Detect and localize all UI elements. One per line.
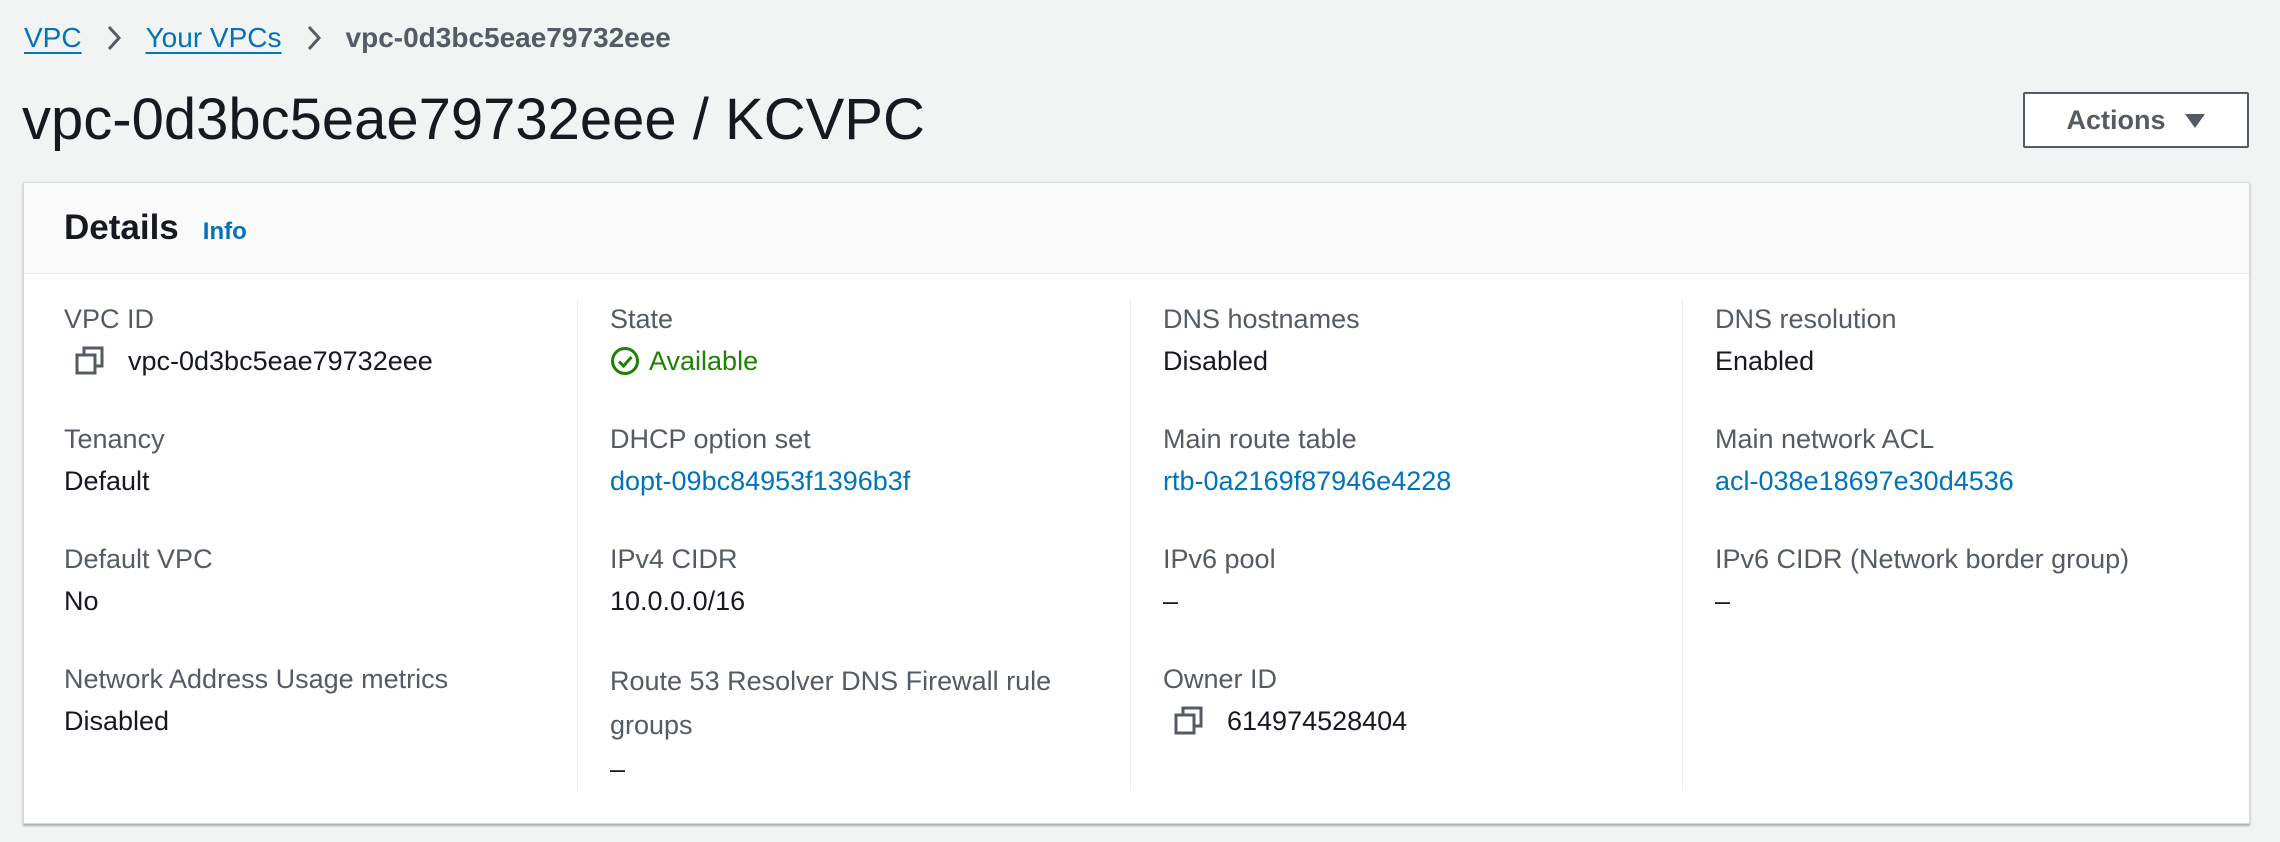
breadcrumb-current: vpc-0d3bc5eae79732eee [345, 22, 671, 53]
dns-hostnames-label: DNS hostnames [1163, 304, 1360, 334]
nau-metrics-field: Network Address Usage metrics Disabled [64, 659, 577, 779]
details-column-2: State Available DHCP option set dopt-09b… [577, 299, 1130, 791]
chevron-right-icon [282, 18, 346, 58]
details-column-1: VPC ID vpc-0d3bc5eae79732eee Tenancy Def… [24, 299, 577, 791]
route53-label: Route 53 Resolver DNS Firewall rule grou… [610, 666, 1052, 740]
vpc-id-label: VPC ID [64, 304, 155, 334]
owner-id-value: 614974528404 [1227, 706, 1408, 736]
breadcrumb: VPC Your VPCs vpc-0d3bc5eae79732eee [24, 18, 671, 58]
vpc-id-value-row: vpc-0d3bc5eae79732eee [64, 339, 577, 383]
ipv6-pool-label: IPv6 pool [1163, 544, 1276, 574]
copy-icon[interactable] [1173, 705, 1205, 737]
details-header: Details Info [24, 183, 2249, 274]
check-circle-icon [610, 346, 640, 376]
nau-metrics-value: Disabled [64, 706, 170, 736]
copy-icon[interactable] [74, 345, 106, 377]
dns-resolution-field: DNS resolution Enabled [1715, 299, 2234, 419]
ipv6-cidr-label: IPv6 CIDR (Network border group) [1715, 544, 2130, 574]
owner-id-value-row: 614974528404 [1163, 699, 1682, 743]
ipv4-cidr-value: 10.0.0.0/16 [610, 586, 746, 616]
tenancy-field: Tenancy Default [64, 419, 577, 539]
default-vpc-field: Default VPC No [64, 539, 577, 659]
details-column-4: DNS resolution Enabled Main network ACL … [1682, 299, 2234, 791]
actions-button[interactable]: Actions [2023, 92, 2249, 148]
default-vpc-value: No [64, 586, 99, 616]
owner-id-label: Owner ID [1163, 664, 1278, 694]
state-value-row: Available [610, 339, 1130, 383]
route53-field: Route 53 Resolver DNS Firewall rule grou… [610, 659, 1130, 784]
details-column-3: DNS hostnames Disabled Main route table … [1130, 299, 1682, 791]
main-route-table-label: Main route table [1163, 424, 1357, 454]
state-field: State Available [610, 299, 1130, 419]
page-title: vpc-0d3bc5eae79732eee / KCVPC [22, 87, 925, 152]
main-acl-field: Main network ACL acl-038e18697e30d4536 [1715, 419, 2234, 539]
dns-resolution-value: Enabled [1715, 346, 1815, 376]
main-route-table-field: Main route table rtb-0a2169f87946e4228 [1163, 419, 1682, 539]
info-link[interactable]: Info [203, 218, 247, 246]
actions-button-label: Actions [2066, 104, 2166, 135]
dns-hostnames-value: Disabled [1163, 346, 1269, 376]
ipv6-pool-value: – [1163, 586, 1179, 616]
main-route-table-link[interactable]: rtb-0a2169f87946e4228 [1163, 459, 1451, 503]
dns-hostnames-field: DNS hostnames Disabled [1163, 299, 1682, 419]
details-title: Details [64, 208, 179, 247]
nau-metrics-label: Network Address Usage metrics [64, 664, 449, 694]
ipv6-pool-field: IPv6 pool – [1163, 539, 1682, 659]
state-label: State [610, 304, 674, 334]
tenancy-label: Tenancy [64, 424, 165, 454]
details-grid: VPC ID vpc-0d3bc5eae79732eee Tenancy Def… [24, 299, 2249, 791]
ipv4-cidr-label: IPv4 CIDR [610, 544, 738, 574]
main-network-acl-link[interactable]: acl-038e18697e30d4536 [1715, 459, 2014, 503]
breadcrumb-your-vpcs-link[interactable]: Your VPCs [146, 18, 282, 58]
default-vpc-label: Default VPC [64, 544, 213, 574]
tenancy-value: Default [64, 466, 150, 496]
state-value: Available [649, 346, 759, 376]
owner-id-field: Owner ID 614974528404 [1163, 659, 1682, 779]
dhcp-field: DHCP option set dopt-09bc84953f1396b3f [610, 419, 1130, 539]
details-panel: Details Info VPC ID vpc-0d3bc5eae79732ee… [23, 182, 2250, 824]
vpc-id-value: vpc-0d3bc5eae79732eee [128, 346, 433, 376]
dhcp-option-set-link[interactable]: dopt-09bc84953f1396b3f [610, 459, 910, 503]
ipv4-cidr-field: IPv4 CIDR 10.0.0.0/16 [610, 539, 1130, 659]
caret-down-icon [2184, 105, 2206, 136]
dns-resolution-label: DNS resolution [1715, 304, 1897, 334]
breadcrumb-vpc-link[interactable]: VPC [24, 18, 82, 58]
vpc-id-field: VPC ID vpc-0d3bc5eae79732eee [64, 299, 577, 419]
main-acl-label: Main network ACL [1715, 424, 1935, 454]
ipv6-cidr-value: – [1715, 586, 1731, 616]
chevron-right-icon [82, 18, 146, 58]
ipv6-cidr-field: IPv6 CIDR (Network border group) – [1715, 539, 2234, 659]
route53-value: – [610, 754, 626, 784]
dhcp-label: DHCP option set [610, 424, 811, 454]
